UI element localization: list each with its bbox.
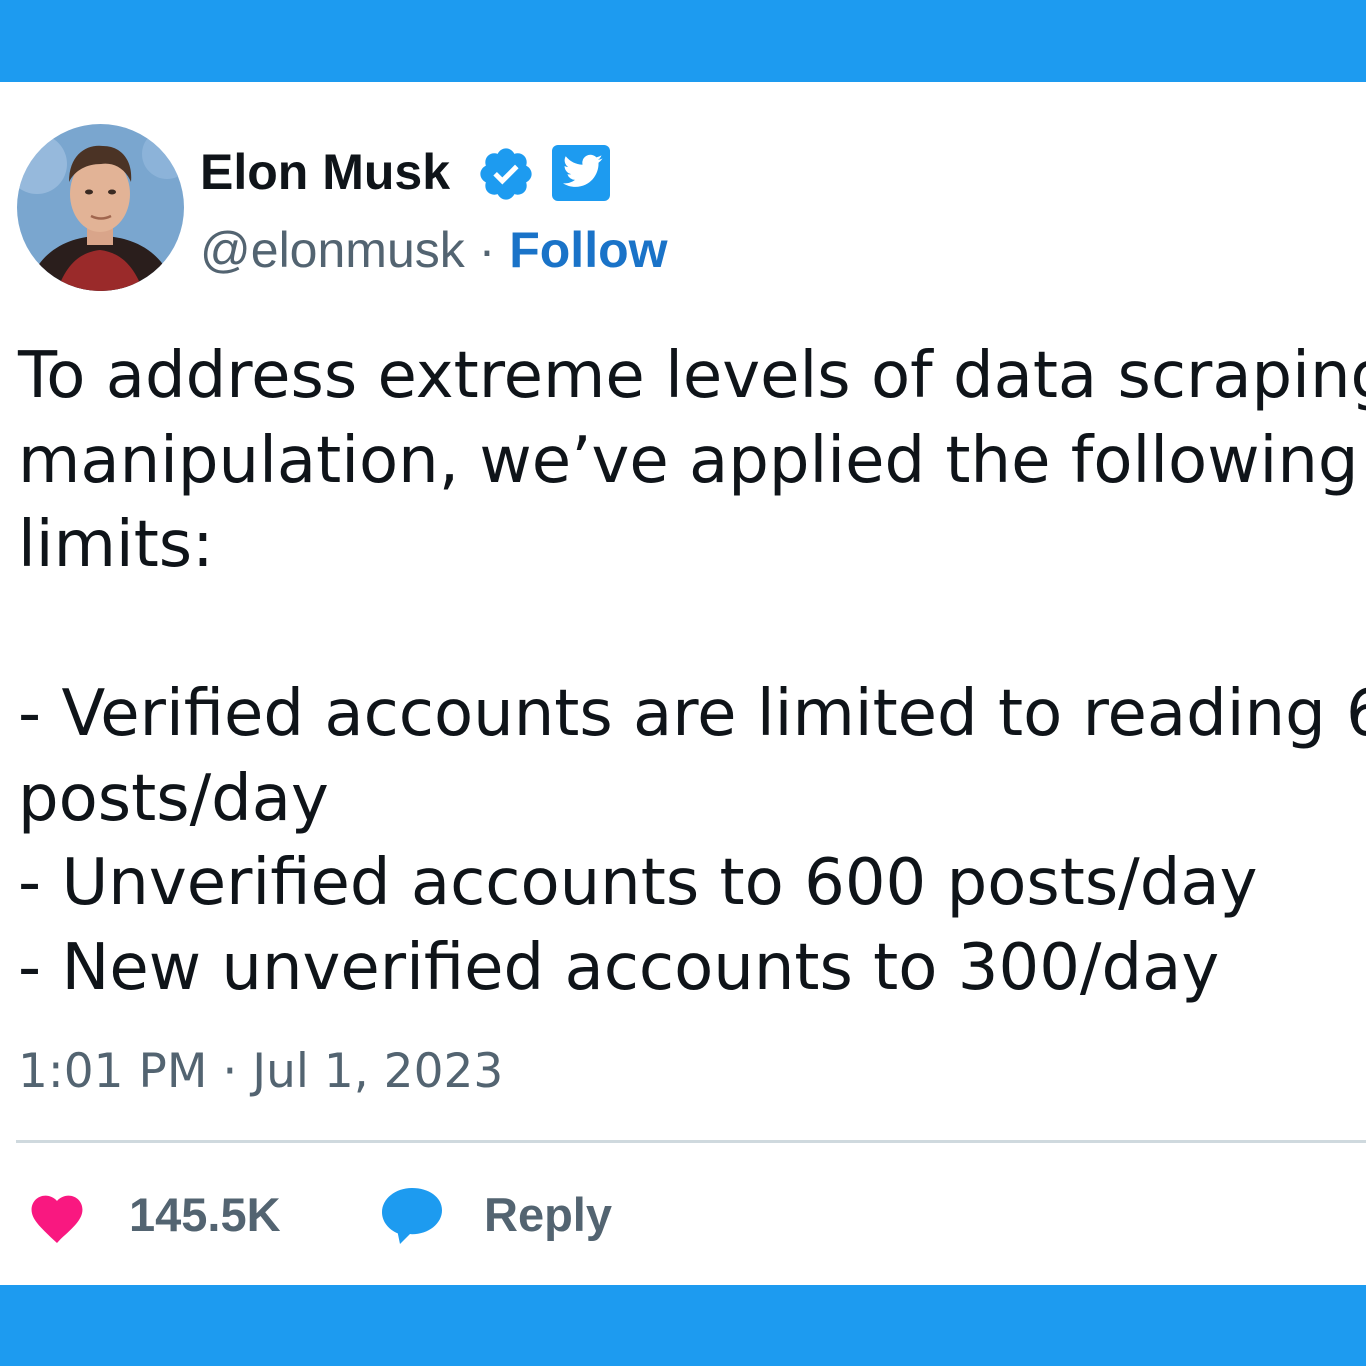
divider: [16, 1140, 1366, 1143]
speech-bubble-icon[interactable]: [380, 1184, 444, 1246]
reply-button[interactable]: Reply: [484, 1185, 612, 1245]
follow-button[interactable]: Follow: [509, 222, 667, 278]
handle-row: @elonmusk · Follow: [200, 218, 668, 282]
heart-icon[interactable]: [26, 1188, 88, 1244]
timestamp-separator: ·: [222, 1044, 238, 1099]
tweet-text: To address extreme levels of data scrapi…: [18, 339, 1366, 1005]
author-name[interactable]: Elon Musk: [200, 140, 450, 204]
timestamp[interactable]: 1:01 PM · Jul 1, 2023: [18, 1042, 503, 1102]
top-blue-band: [0, 0, 1366, 82]
like-count: 145.5K: [129, 1188, 281, 1241]
author-handle[interactable]: @elonmusk: [200, 222, 465, 278]
verified-badge-icon: [476, 144, 536, 204]
handle-separator: ·: [478, 222, 496, 278]
avatar[interactable]: [17, 124, 184, 291]
twitter-bird-icon[interactable]: [552, 145, 610, 201]
tweet-card: Elon Musk @elonmusk · Follow To address …: [0, 82, 1366, 1285]
tweet-date: Jul 1, 2023: [252, 1044, 504, 1099]
tweet-time: 1:01 PM: [18, 1044, 208, 1099]
bottom-blue-band: [0, 1285, 1366, 1366]
